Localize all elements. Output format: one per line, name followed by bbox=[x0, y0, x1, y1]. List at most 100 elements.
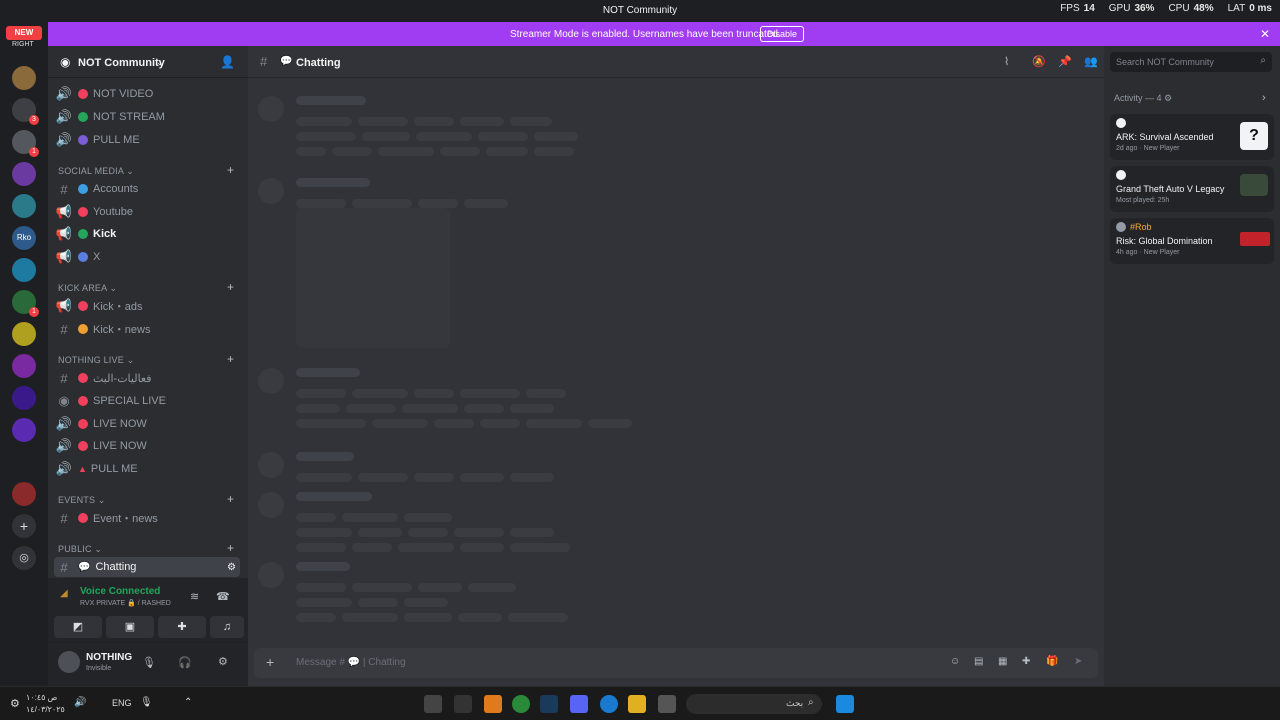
noise-suppression-icon[interactable]: ≋ bbox=[190, 590, 199, 603]
add-channel-icon[interactable]: + bbox=[227, 492, 234, 506]
settings-gear-icon[interactable]: ⚙ bbox=[218, 655, 228, 668]
add-server-icon[interactable]: + bbox=[12, 514, 36, 538]
activity-card[interactable]: #Rob Risk: Global Domination 4h ago · Ne… bbox=[1110, 218, 1274, 264]
activity-header: Activity — 4 ⚙ bbox=[1114, 93, 1173, 103]
channel-pull-me-2[interactable]: 🔊 ▲ PULL ME bbox=[54, 459, 240, 479]
new-badge[interactable]: NEW bbox=[6, 26, 42, 40]
screen-share-button[interactable]: ▣ bbox=[106, 616, 154, 638]
gif-icon[interactable]: ▤ bbox=[974, 656, 983, 667]
message-composer[interactable]: + Message # 💬 | Chatting ☺ ▤ ▦ ✚ 🎁 ➤ bbox=[254, 648, 1098, 678]
headset-icon[interactable]: 🎧 bbox=[178, 656, 192, 669]
gear-icon[interactable]: ⚙ bbox=[227, 562, 236, 573]
channel-live-now[interactable]: 🔊 LIVE NOW bbox=[54, 414, 240, 434]
task-view-icon[interactable] bbox=[658, 695, 676, 713]
activity-card[interactable]: Grand Theft Auto V Legacy Most played: 2… bbox=[1110, 166, 1274, 212]
soundboard-button[interactable]: ♫ bbox=[210, 616, 244, 638]
settings-icon[interactable]: ⚙ bbox=[10, 697, 20, 710]
text-placeholder bbox=[588, 419, 632, 428]
notification-bell-icon[interactable]: 🔕 bbox=[1032, 55, 1046, 68]
chevron-right-icon[interactable]: › bbox=[1262, 92, 1266, 104]
activity-card[interactable]: ARK: Survival Ascended 2d ago · New Play… bbox=[1110, 114, 1274, 160]
sticker-icon[interactable]: ▦ bbox=[998, 656, 1007, 667]
channel-not-stream[interactable]: 🔊 NOT STREAM bbox=[54, 107, 240, 127]
server-icon[interactable] bbox=[12, 482, 36, 506]
threads-icon[interactable]: ⌇ bbox=[1004, 55, 1009, 68]
channel-x[interactable]: 📢 X bbox=[54, 247, 240, 267]
activities-button[interactable]: ✚ bbox=[158, 616, 206, 638]
server-icon[interactable]: 1 bbox=[12, 130, 39, 157]
channel-not-video[interactable]: 🔊 NOT VIDEO bbox=[54, 84, 240, 104]
add-channel-icon[interactable]: + bbox=[227, 352, 234, 366]
gift-icon[interactable]: ☺ bbox=[950, 656, 960, 667]
category-nothing-live[interactable]: NOTHING LIVE ⌄ bbox=[58, 355, 134, 366]
server-icon[interactable] bbox=[12, 386, 36, 410]
app-icon[interactable] bbox=[484, 695, 502, 713]
steam-icon[interactable] bbox=[540, 695, 558, 713]
channel-live-events[interactable]: # فعاليات-البث bbox=[54, 368, 240, 388]
camera-button[interactable]: ◩ bbox=[54, 616, 102, 638]
send-icon[interactable]: ➤ bbox=[1074, 656, 1082, 667]
channel-kick-news[interactable]: # Kick・news bbox=[54, 319, 240, 339]
language-indicator[interactable]: ENG bbox=[112, 698, 132, 708]
activity-panel: Activity — 4 ⚙ › ARK: Survival Ascended … bbox=[1104, 46, 1280, 686]
chat-header: # 💬 Chatting ⌇ 🔕 📌 👥 bbox=[248, 46, 1104, 78]
channel-special-live[interactable]: ◉ SPECIAL LIVE bbox=[54, 391, 240, 411]
server-icon[interactable] bbox=[12, 322, 36, 346]
channel-chatting[interactable]: # 💬 Chatting ⚙ bbox=[54, 557, 240, 577]
taskbar-search[interactable]: بحث ⌕ bbox=[686, 694, 822, 714]
server-icon[interactable] bbox=[12, 418, 36, 442]
volume-icon[interactable]: 🔊 bbox=[74, 697, 86, 708]
invite-icon[interactable]: 👤 bbox=[220, 55, 235, 69]
file-explorer-icon[interactable] bbox=[628, 695, 646, 713]
category-kick-area[interactable]: KICK AREA ⌄ bbox=[58, 283, 117, 294]
server-icon[interactable] bbox=[12, 162, 36, 186]
date[interactable]: ١٤/٠٣/٢٠٢٥ bbox=[26, 705, 65, 714]
server-icon[interactable]: Rko bbox=[12, 226, 36, 250]
message-input[interactable]: Message # 💬 | Chatting bbox=[296, 657, 406, 668]
chevron-up-icon[interactable]: ⌃ bbox=[184, 697, 192, 708]
server-icon[interactable] bbox=[12, 258, 36, 282]
channel-youtube[interactable]: 📢 Youtube bbox=[54, 202, 240, 222]
category-events[interactable]: EVENTS ⌄ bbox=[58, 495, 106, 506]
text-placeholder bbox=[402, 404, 458, 413]
pin-icon[interactable]: 📌 bbox=[1058, 55, 1072, 68]
microphone-icon[interactable]: 🎙 bbox=[142, 656, 156, 669]
channel-live-now-2[interactable]: 🔊 LIVE NOW bbox=[54, 436, 240, 456]
channel-event-news[interactable]: # Event・news bbox=[54, 508, 240, 528]
add-channel-icon[interactable]: + bbox=[227, 163, 234, 177]
server-icon[interactable]: 3 bbox=[12, 98, 39, 125]
search-input[interactable]: Search NOT Community ⌕ bbox=[1110, 52, 1272, 72]
start-icon[interactable] bbox=[836, 695, 854, 713]
channel-accounts[interactable]: # Accounts bbox=[54, 179, 240, 199]
edge-icon[interactable] bbox=[600, 695, 618, 713]
present-icon[interactable]: 🎁 bbox=[1046, 656, 1058, 667]
channel-kick-ads[interactable]: 📢 Kick・ads bbox=[54, 296, 240, 316]
server-icon[interactable] bbox=[12, 194, 36, 218]
text-placeholder bbox=[414, 117, 454, 126]
server-icon[interactable] bbox=[12, 354, 36, 378]
channel-pull-me[interactable]: 🔊 PULL ME bbox=[54, 130, 240, 150]
disable-button[interactable]: Disable bbox=[760, 26, 805, 42]
server-header[interactable]: ◉ NOT Community ⌄ 👤 bbox=[48, 46, 248, 78]
server-icon[interactable] bbox=[12, 66, 36, 90]
discover-icon[interactable]: ◎ bbox=[12, 546, 36, 570]
add-attachment-icon[interactable]: + bbox=[266, 654, 274, 670]
disconnect-icon[interactable]: ☎ bbox=[216, 590, 230, 603]
add-channel-icon[interactable]: + bbox=[227, 541, 234, 555]
category-social-media[interactable]: SOCIAL MEDIA ⌄ bbox=[58, 166, 134, 177]
clock[interactable]: ص ١٠:٤٥ bbox=[26, 693, 57, 702]
server-icon[interactable]: 1 bbox=[12, 290, 39, 317]
add-channel-icon[interactable]: + bbox=[227, 280, 234, 294]
discord-icon[interactable] bbox=[570, 695, 588, 713]
category-public[interactable]: PUBLIC ⌄ bbox=[58, 544, 102, 555]
members-icon[interactable]: 👥 bbox=[1084, 55, 1098, 68]
channel-kick[interactable]: 📢 Kick bbox=[54, 224, 240, 244]
close-icon[interactable]: ✕ bbox=[1260, 27, 1270, 41]
voice-status[interactable]: Voice Connected bbox=[80, 586, 160, 597]
app-icon[interactable] bbox=[454, 695, 472, 713]
mic-icon[interactable]: 🎙 bbox=[140, 697, 153, 708]
apps-icon[interactable]: ✚ bbox=[1022, 656, 1030, 667]
chrome-icon[interactable] bbox=[512, 695, 530, 713]
app-icon[interactable] bbox=[424, 695, 442, 713]
avatar[interactable] bbox=[58, 651, 80, 673]
